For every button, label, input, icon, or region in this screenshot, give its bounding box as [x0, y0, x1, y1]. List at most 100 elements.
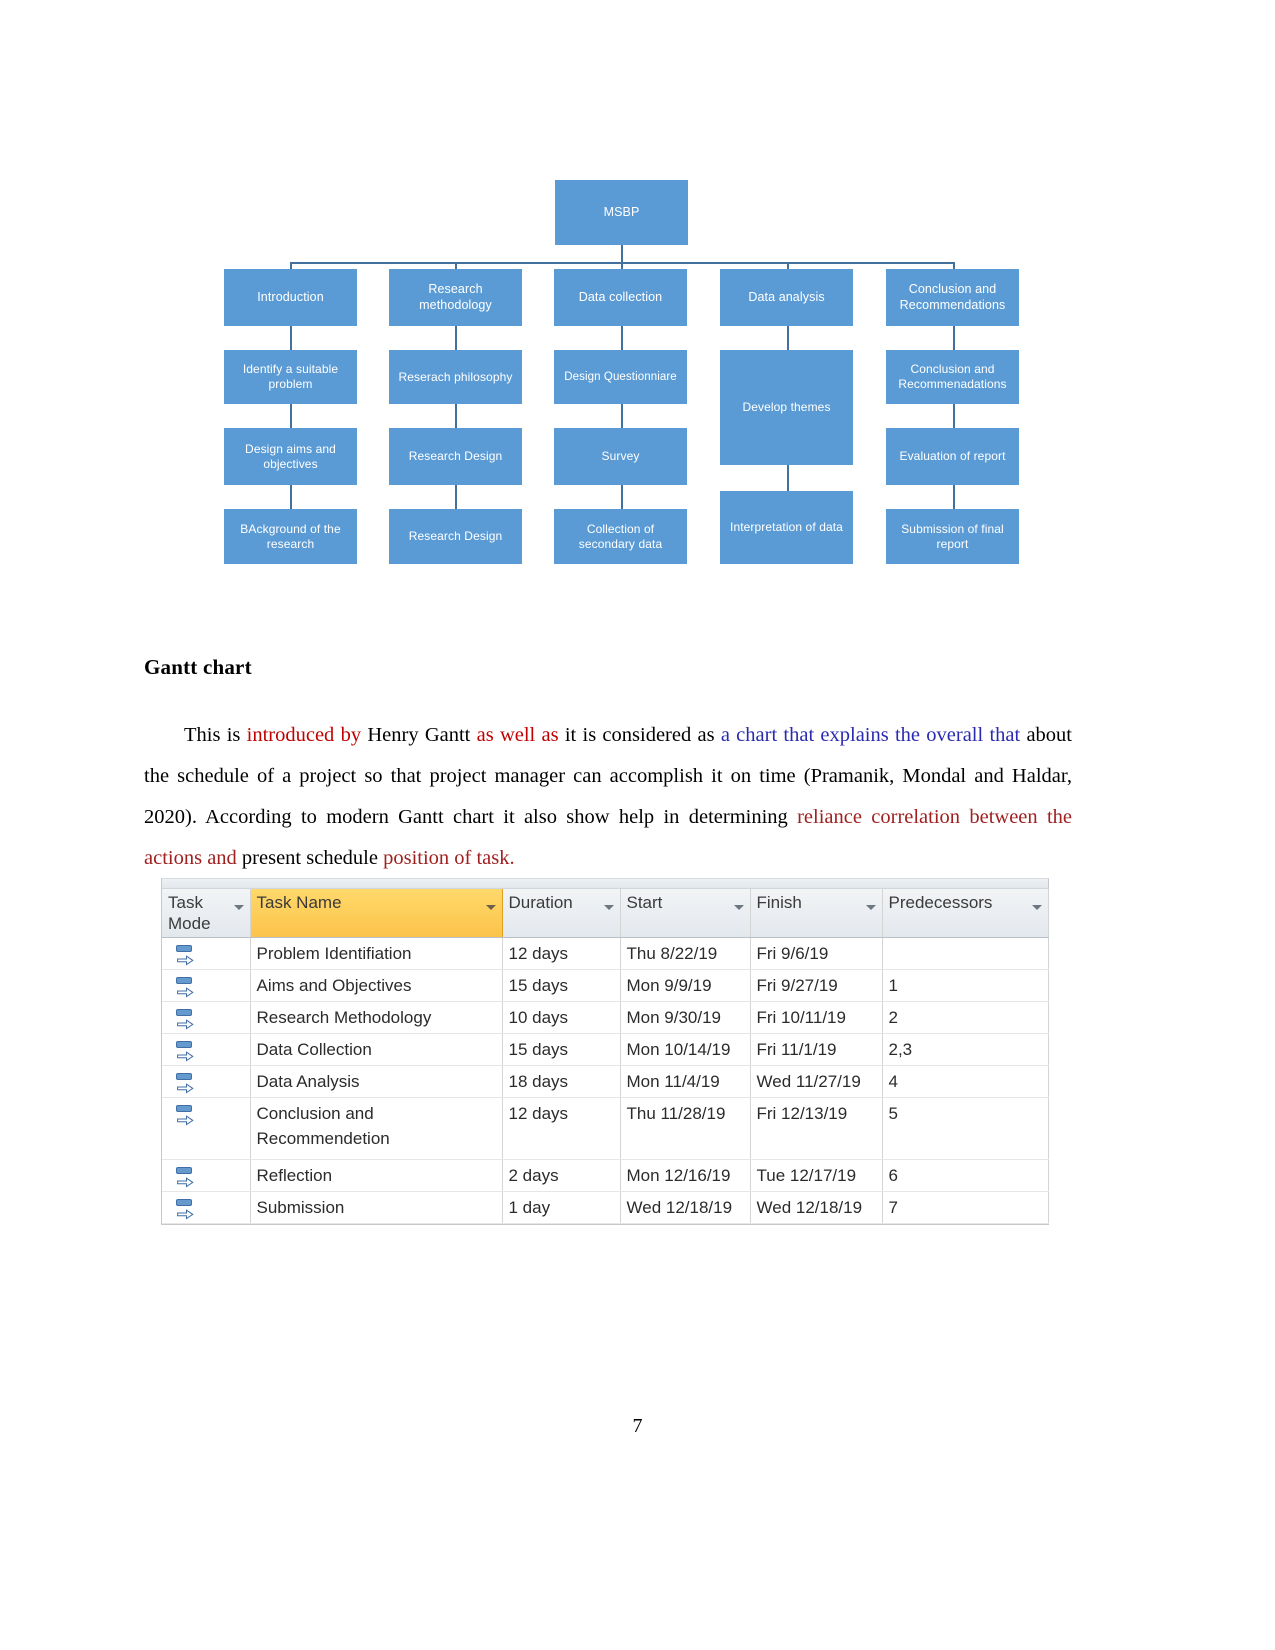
- table-row[interactable]: Submission 1 day Wed 12/18/19 Wed 12/18/19 7: [162, 1191, 1049, 1224]
- diagram-node-col3-1: Design Questionniare: [554, 350, 687, 404]
- cell-finish[interactable]: Fri 12/13/19: [750, 1097, 883, 1160]
- cell-task-name[interactable]: Reflection: [250, 1159, 503, 1192]
- connector-c3-a: [621, 326, 623, 350]
- table-row[interactable]: Reflection 2 days Mon 12/16/19 Tue 12/17/19…: [162, 1159, 1049, 1192]
- page-number: 7: [632, 1415, 643, 1437]
- cell-task-name[interactable]: Problem Identifiation: [250, 937, 503, 970]
- connector-c2-a: [455, 326, 457, 350]
- cell-task-mode[interactable]: [162, 969, 251, 1002]
- cell-duration[interactable]: 2 days: [502, 1159, 621, 1192]
- para-run-5: it is considered as: [558, 723, 721, 746]
- cell-task-mode[interactable]: [162, 1159, 251, 1192]
- cell-task-mode[interactable]: [162, 937, 251, 970]
- cell-finish[interactable]: Wed 11/27/19: [750, 1065, 883, 1098]
- column-header-duration[interactable]: Duration: [502, 889, 621, 938]
- cell-start[interactable]: Mon 9/30/19: [620, 1001, 751, 1034]
- cell-finish[interactable]: Tue 12/17/19: [750, 1159, 883, 1192]
- cell-task-mode[interactable]: [162, 1191, 251, 1224]
- connector-c4-a: [787, 326, 789, 350]
- cell-duration[interactable]: 15 days: [502, 1033, 621, 1066]
- column-header-task-name[interactable]: Task Name: [250, 889, 503, 938]
- para-run-3: Henry Gantt: [361, 723, 477, 746]
- cell-duration[interactable]: 12 days: [502, 1097, 621, 1160]
- diagram-node-col2-1: Reserach philosophy: [389, 350, 522, 404]
- table-row[interactable]: Problem Identifiation 12 days Thu 8/22/19 F…: [162, 937, 1049, 970]
- cell-finish[interactable]: Fri 9/27/19: [750, 969, 883, 1002]
- cell-start[interactable]: Mon 11/4/19: [620, 1065, 751, 1098]
- cell-start[interactable]: Thu 11/28/19: [620, 1097, 751, 1160]
- cell-start[interactable]: Mon 12/16/19: [620, 1159, 751, 1192]
- diagram-node-col1-2: Design aims and objectives: [224, 428, 357, 485]
- chevron-down-icon[interactable]: [233, 905, 244, 910]
- column-header-predecessors-label: Predecessors: [888, 893, 993, 912]
- diagram-node-col4-1: Develop themes: [720, 350, 853, 465]
- table-row[interactable]: Data Analysis 18 days Mon 11/4/19 Wed 11/27…: [162, 1065, 1049, 1098]
- connector-c1-b: [290, 404, 292, 428]
- column-header-task-mode[interactable]: Task Mode: [162, 889, 251, 938]
- connector-c4-b: [787, 465, 789, 491]
- cell-task-mode[interactable]: [162, 1065, 251, 1098]
- para-run-1: This is: [184, 723, 247, 746]
- cell-task-name[interactable]: Data Collection: [250, 1033, 503, 1066]
- connector-c1-c: [290, 485, 292, 509]
- cell-task-name[interactable]: Aims and Objectives: [250, 969, 503, 1002]
- body-paragraph: This is introduced by Henry Gantt as wel…: [144, 715, 1072, 879]
- connector-c3-c: [621, 485, 623, 509]
- cell-duration[interactable]: 15 days: [502, 969, 621, 1002]
- column-header-start[interactable]: Start: [620, 889, 751, 938]
- cell-finish[interactable]: Fri 11/1/19: [750, 1033, 883, 1066]
- cell-task-name[interactable]: Submission: [250, 1191, 503, 1224]
- cell-predecessors[interactable]: 1: [882, 969, 1049, 1002]
- cell-task-name[interactable]: Data Analysis: [250, 1065, 503, 1098]
- cell-task-mode[interactable]: [162, 1033, 251, 1066]
- chevron-down-icon[interactable]: [1031, 905, 1042, 910]
- column-header-finish[interactable]: Finish: [750, 889, 883, 938]
- chevron-down-icon[interactable]: [485, 905, 496, 910]
- cell-task-mode[interactable]: [162, 1001, 251, 1034]
- cell-finish[interactable]: Wed 12/18/19: [750, 1191, 883, 1224]
- gantt-task-table: Task Mode Task Name Duration Start Finis…: [161, 878, 1049, 1225]
- cell-task-name[interactable]: Research Methodology: [250, 1001, 503, 1034]
- connector-c1-a: [290, 326, 292, 350]
- table-row[interactable]: Data Collection 15 days Mon 10/14/19 Fri 11…: [162, 1033, 1049, 1066]
- cell-predecessors[interactable]: 2: [882, 1001, 1049, 1034]
- cell-duration[interactable]: 12 days: [502, 937, 621, 970]
- cell-task-name[interactable]: Conclusion and Recommendetion: [250, 1097, 503, 1160]
- cell-predecessors[interactable]: 2,3: [882, 1033, 1049, 1066]
- diagram-node-col1-1: Identify a suitable problem: [224, 350, 357, 404]
- diagram-node-col5-2: Evaluation of report: [886, 428, 1019, 485]
- table-row[interactable]: Conclusion and Recommendetion 12 days Thu …: [162, 1097, 1049, 1160]
- cell-finish[interactable]: Fri 9/6/19: [750, 937, 883, 970]
- document-page: MSBP Introduction Identify a suitable pr…: [0, 0, 1275, 1650]
- para-run-6: a chart that explains the overall that: [720, 723, 1021, 746]
- connector-c2-c: [455, 485, 457, 509]
- cell-start[interactable]: Wed 12/18/19: [620, 1191, 751, 1224]
- connector-c3-b: [621, 404, 623, 428]
- diagram-node-col2-header: Research methodology: [389, 269, 522, 326]
- cell-start[interactable]: Mon 10/14/19: [620, 1033, 751, 1066]
- cell-duration[interactable]: 10 days: [502, 1001, 621, 1034]
- cell-predecessors[interactable]: 7: [882, 1191, 1049, 1224]
- research-structure-diagram: MSBP Introduction Identify a suitable pr…: [140, 165, 1085, 620]
- cell-duration[interactable]: 1 day: [502, 1191, 621, 1224]
- column-header-task-mode-label: Task Mode: [168, 893, 211, 933]
- cell-finish[interactable]: Fri 10/11/19: [750, 1001, 883, 1034]
- para-run-4: as well as: [476, 723, 559, 746]
- cell-start[interactable]: Thu 8/22/19: [620, 937, 751, 970]
- table-row[interactable]: Aims and Objectives 15 days Mon 9/9/19 Fri …: [162, 969, 1049, 1002]
- para-run-2: introduced by: [246, 723, 362, 746]
- table-row[interactable]: Research Methodology 10 days Mon 9/30/19 Fr…: [162, 1001, 1049, 1034]
- chevron-down-icon[interactable]: [733, 905, 744, 910]
- cell-start[interactable]: Mon 9/9/19: [620, 969, 751, 1002]
- column-header-predecessors[interactable]: Predecessors: [882, 889, 1049, 938]
- cell-predecessors[interactable]: [882, 937, 1049, 970]
- table-top-strip: [162, 879, 1048, 889]
- chevron-down-icon[interactable]: [603, 905, 614, 910]
- cell-predecessors[interactable]: 5: [882, 1097, 1049, 1160]
- chevron-down-icon[interactable]: [865, 905, 876, 910]
- cell-task-mode[interactable]: [162, 1097, 251, 1160]
- diagram-node-col4-header: Data analysis: [720, 269, 853, 326]
- cell-predecessors[interactable]: 4: [882, 1065, 1049, 1098]
- cell-duration[interactable]: 18 days: [502, 1065, 621, 1098]
- cell-predecessors[interactable]: 6: [882, 1159, 1049, 1192]
